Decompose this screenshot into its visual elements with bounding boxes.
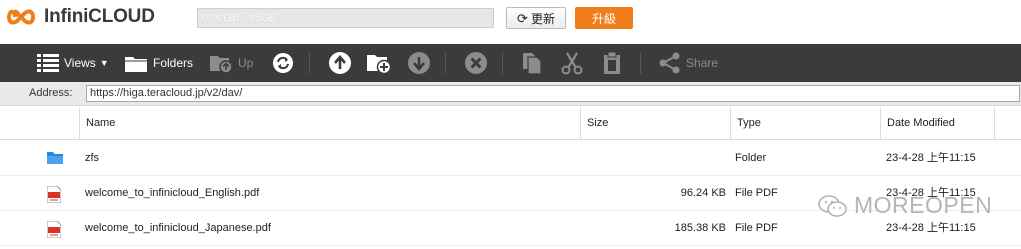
- file-type: File PDF: [735, 187, 778, 199]
- file-table-header: Name Size Type Date Modified: [0, 107, 1021, 140]
- file-name[interactable]: welcome_to_infinicloud_Japanese.pdf: [85, 211, 271, 245]
- column-header-type[interactable]: Type: [730, 107, 881, 139]
- up-button[interactable]: Up: [209, 44, 253, 82]
- address-label: Address:: [29, 87, 73, 99]
- refresh-button[interactable]: ⟳ 更新: [506, 7, 566, 29]
- column-header-date-modified[interactable]: Date Modified: [880, 107, 995, 139]
- sync-button[interactable]: [272, 44, 294, 82]
- file-type: File PDF: [735, 222, 778, 234]
- file-name[interactable]: zfs: [85, 141, 99, 175]
- address-bar: Address: https://higa.teracloud.jp/v2/da…: [0, 82, 1021, 106]
- sync-icon: [273, 53, 293, 73]
- toolbar-divider: [502, 52, 503, 74]
- paste-button[interactable]: [602, 44, 622, 82]
- file-date-modified: 23-4-28 上午11:15: [886, 152, 976, 164]
- toolbar: Views ▼ Folders Up Share: [0, 44, 1021, 82]
- folders-label: Folders: [153, 56, 194, 70]
- download-button[interactable]: [407, 44, 431, 82]
- watermark: MOREOPEN: [818, 192, 992, 219]
- storage-quota-bar: 0.00GB / 45GB: [197, 8, 494, 28]
- toolbar-divider: [309, 52, 310, 74]
- share-icon: [659, 52, 680, 74]
- views-label: Views: [64, 56, 96, 70]
- logo-text: InfiniCLOUD: [44, 6, 155, 27]
- column-header-name[interactable]: Name: [79, 107, 581, 139]
- new-folder-button[interactable]: [366, 44, 392, 82]
- views-button[interactable]: Views ▼: [37, 44, 109, 82]
- copy-icon: [523, 53, 542, 75]
- toolbar-divider: [445, 52, 446, 74]
- upload-icon: [329, 52, 351, 74]
- folder-icon: [47, 152, 63, 164]
- wechat-icon: [818, 194, 847, 217]
- delete-icon: [465, 52, 487, 74]
- list-view-icon: [37, 54, 59, 72]
- column-header-size[interactable]: Size: [580, 107, 731, 139]
- top-bar: InfiniCLOUD 0.00GB / 45GB ⟳ 更新 升級: [0, 0, 1021, 44]
- copy-button[interactable]: [521, 44, 543, 82]
- folder-up-icon: [210, 56, 233, 73]
- share-label: Share: [686, 56, 719, 70]
- pdf-icon: [47, 221, 61, 238]
- table-row[interactable]: zfs Folder 23-4-28 上午11:15: [0, 141, 1021, 176]
- file-type: Folder: [735, 152, 767, 164]
- watermark-text: MOREOPEN: [854, 192, 993, 218]
- folder-icon: [125, 56, 147, 72]
- chevron-down-icon: ▼: [99, 58, 109, 68]
- clipboard-icon: [604, 51, 620, 74]
- file-size: [580, 141, 726, 175]
- refresh-icon: ⟳: [517, 10, 528, 26]
- scissors-icon: [561, 52, 583, 75]
- upgrade-button[interactable]: 升級: [575, 7, 633, 29]
- infinity-logo-icon: [6, 9, 36, 25]
- delete-button[interactable]: [464, 44, 488, 82]
- upload-button[interactable]: [328, 44, 352, 82]
- pdf-icon: [47, 186, 61, 203]
- file-size: 185.38 KB: [674, 222, 726, 234]
- infinicloud-logo[interactable]: InfiniCLOUD: [6, 4, 155, 30]
- file-size: 96.24 KB: [680, 187, 726, 199]
- file-name[interactable]: welcome_to_infinicloud_English.pdf: [85, 176, 259, 210]
- new-folder-icon: [367, 55, 392, 74]
- share-button[interactable]: Share: [659, 44, 718, 82]
- refresh-label: 更新: [530, 11, 555, 26]
- address-input[interactable]: https://higa.teracloud.jp/v2/dav/: [86, 85, 1020, 102]
- up-label: Up: [238, 56, 254, 70]
- download-icon: [408, 52, 430, 74]
- cut-button[interactable]: [561, 44, 583, 82]
- toolbar-divider: [640, 52, 641, 74]
- folders-button[interactable]: Folders: [124, 44, 193, 82]
